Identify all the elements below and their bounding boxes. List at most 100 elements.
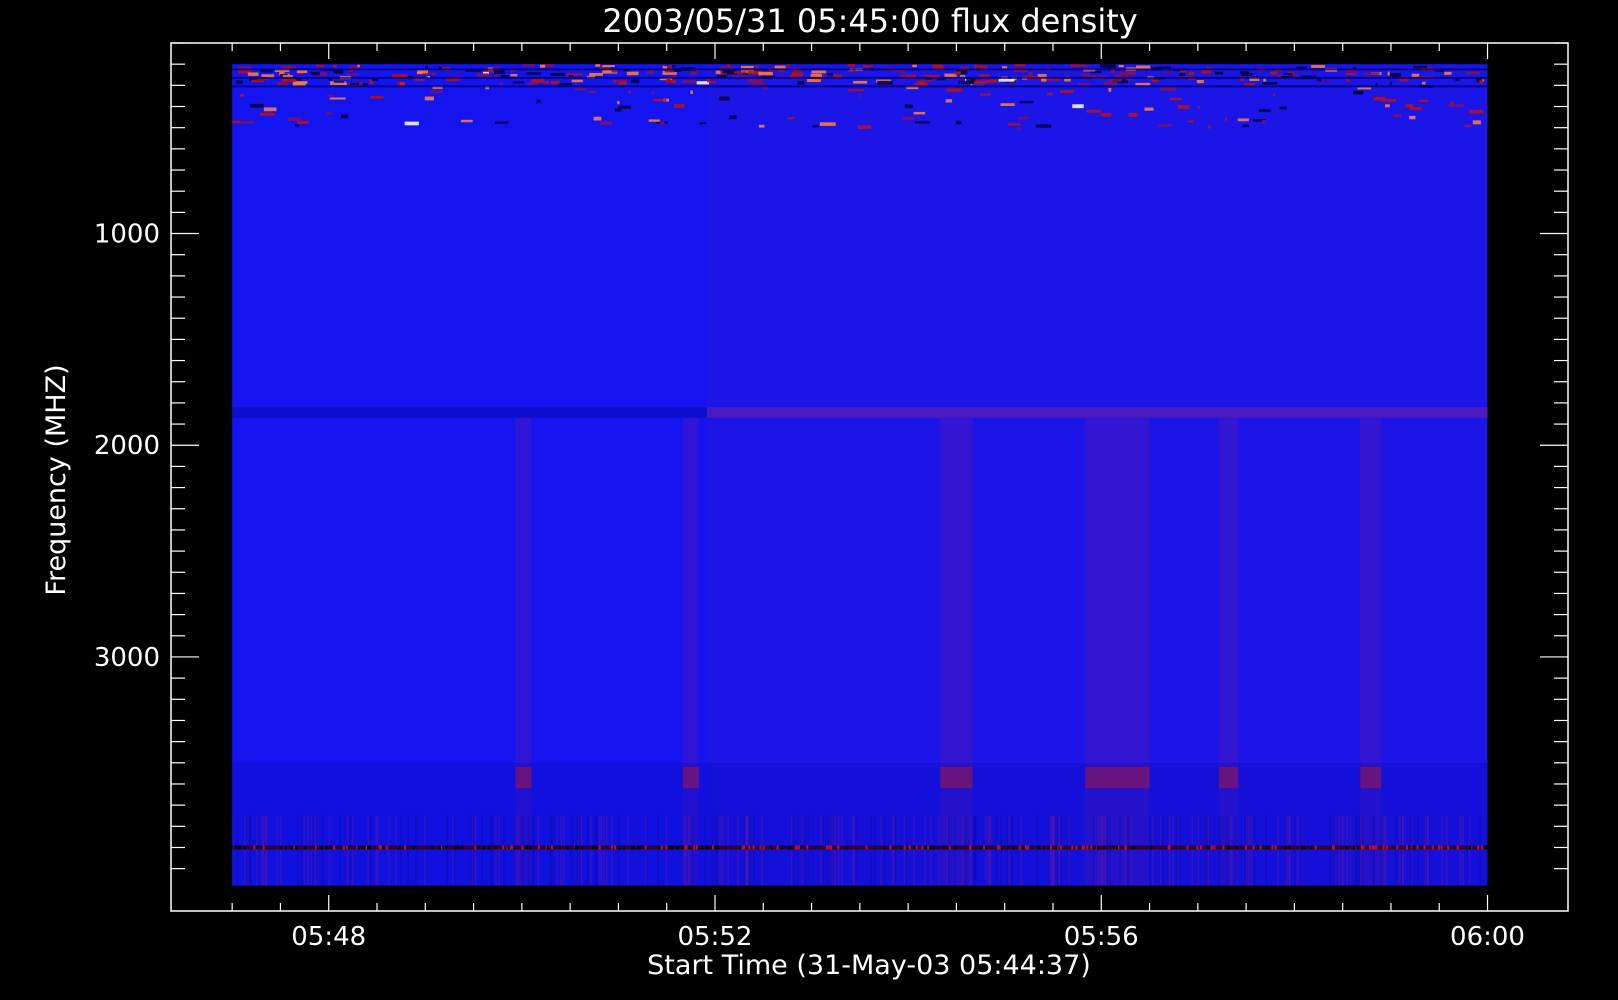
noise-streak (376, 815, 379, 886)
noise-streak (1006, 815, 1009, 886)
noise-streak (1427, 815, 1429, 886)
rfi-line-speck (1042, 845, 1045, 850)
noise-streak (503, 815, 505, 886)
rfi-line-speck (1331, 845, 1334, 850)
noise-streak (1466, 815, 1468, 886)
rfi-line-speck (865, 845, 868, 850)
rfi-speck (614, 108, 622, 112)
rfi-speck (494, 121, 509, 124)
rfi-speck (286, 65, 291, 69)
rfi-line-speck (576, 845, 579, 850)
noise-streak (1127, 815, 1129, 886)
noise-streak (924, 815, 926, 886)
rfi-speck (326, 112, 332, 116)
noise-streak (972, 815, 975, 886)
noise-streak (964, 815, 966, 886)
rfi-line-speck (925, 845, 928, 850)
noise-streak (423, 815, 426, 886)
rfi-speck (247, 72, 259, 76)
rfi-speck (1103, 81, 1117, 86)
noise-streak (314, 815, 316, 886)
noise-streak (811, 815, 814, 886)
rfi-speck (1224, 117, 1227, 121)
burst-blob-6 (1360, 767, 1382, 789)
rfi-line-speck (1012, 845, 1015, 850)
noise-streak (556, 815, 558, 886)
noise-streak (246, 815, 248, 886)
rfi-line-speck (1362, 845, 1365, 850)
noise-streak (1152, 815, 1154, 886)
rfi-speck (998, 78, 1015, 82)
rfi-line-speck (1097, 845, 1100, 850)
rfi-line-speck (1310, 845, 1313, 850)
burst-blob-5 (1218, 767, 1239, 789)
rfi-speck (397, 81, 406, 86)
noise-streak (1106, 815, 1109, 886)
noise-streak (1479, 815, 1481, 886)
noise-streak (913, 815, 915, 886)
noise-streak (1356, 815, 1359, 886)
rfi-line-speck (304, 845, 307, 850)
rfi-line-speck (389, 845, 392, 850)
rfi-speck (667, 65, 672, 69)
rfi-line-speck (320, 845, 323, 850)
rfi-speck (857, 125, 872, 129)
rfi-speck (1072, 104, 1084, 109)
noise-streak (1247, 815, 1250, 886)
rfi-line-speck (385, 845, 388, 850)
noise-streak (590, 815, 592, 886)
rfi-speck (571, 79, 583, 83)
rfi-line-speck (592, 845, 595, 850)
rfi-speck (1077, 83, 1091, 86)
post-shift-region (706, 64, 1488, 886)
rfi-line-speck (474, 845, 477, 850)
rfi-line-speck (502, 845, 505, 850)
rfi-line-speck (611, 845, 614, 850)
noise-streak (522, 815, 525, 886)
rfi-line-speck (329, 845, 332, 850)
rfi-line-speck (537, 845, 540, 850)
noise-streak (1008, 815, 1010, 886)
rfi-speck (1279, 106, 1287, 110)
noise-streak (749, 815, 751, 886)
noise-streak (481, 815, 483, 886)
rfi-speck (1120, 71, 1136, 76)
rfi-line-speck (1382, 845, 1385, 850)
noise-streak (491, 815, 494, 886)
rfi-speck (1410, 107, 1422, 110)
noise-streak (1294, 815, 1296, 886)
rfi-line-speck (698, 845, 701, 850)
rfi-line-speck (1486, 845, 1489, 850)
rfi-speck (1261, 120, 1266, 124)
rfi-speck (499, 82, 503, 86)
rfi-speck (690, 90, 693, 95)
noise-streak (833, 815, 836, 886)
rfi-line-speck (1186, 845, 1189, 850)
rfi-speck (1128, 113, 1138, 117)
rfi-speck (853, 80, 868, 84)
noise-streak (1360, 815, 1362, 886)
noise-streak (961, 815, 964, 886)
rfi-speck (424, 96, 434, 101)
noise-streak (965, 815, 967, 886)
noise-streak (873, 815, 876, 886)
rfi-speck (332, 64, 337, 69)
noise-streak (1036, 815, 1039, 886)
noise-streak (1441, 815, 1444, 886)
rfi-line-speck (367, 845, 370, 850)
rfi-speck (1002, 66, 1008, 69)
rfi-line-speck (1207, 845, 1210, 850)
rfi-speck (1242, 124, 1249, 128)
rfi-speck (416, 71, 423, 75)
noise-streak (1198, 815, 1200, 886)
rfi-speck (618, 81, 627, 86)
rfi-line-speck (1456, 845, 1459, 850)
noise-streak (580, 815, 583, 886)
rfi-line-speck (1018, 845, 1021, 850)
rfi-line-speck (438, 845, 441, 850)
rfi-line-speck (1416, 845, 1419, 850)
rfi-speck (925, 79, 933, 83)
rfi-speck (1419, 99, 1429, 102)
noise-streak (1380, 815, 1382, 886)
rfi-line-speck (1102, 845, 1105, 850)
